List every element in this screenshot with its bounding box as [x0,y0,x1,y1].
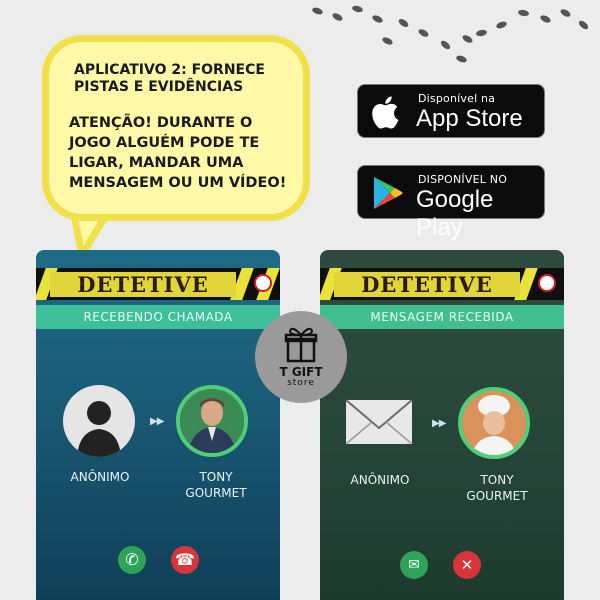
bubble-text-line: JOGO ALGUÉM PODE TE [69,135,260,151]
estrela-logo-icon [254,274,272,292]
gift-icon [284,325,318,367]
close-icon[interactable]: ✕ [453,551,481,579]
bubble-title-line: PISTAS E EVIDÊNCIAS [74,79,244,95]
receiver-name-line: TONY [199,470,233,484]
tgift-store-logo: T GIFT store [255,311,347,403]
anonymous-avatar [63,385,135,457]
detetive-logo: DETETIVE [334,272,520,297]
arrow-right-icon: ▶▶ [432,418,446,429]
arrow-right-icon: ▶▶ [150,416,164,427]
call-status-label: RECEBENDO CHAMADA [36,305,280,329]
apple-icon [370,94,404,134]
receiver-name: TONY GOURMET [166,469,266,501]
speech-bubble: APLICATIVO 2: FORNECE PISTAS E EVIDÊNCIA… [42,35,310,221]
brand-name: T GIFT [279,365,323,379]
tony-gourmet-avatar [176,385,248,457]
bubble-text-line: ATENÇÃO! DURANTE O [69,115,253,131]
bubble-title-line: APLICATIVO 2: FORNECE [74,62,265,78]
phone-message-received-screen: DETETIVE MENSAGEM RECEBIDA ▶▶ ANÔNIMO TO… [320,250,564,600]
detetive-logo: DETETIVE [50,272,236,297]
caller-name: ANÔNIMO [70,470,130,484]
sender-name: ANÔNIMO [350,473,410,487]
app-store-small-text: Disponível na [418,92,496,105]
chef-avatar [458,387,530,459]
detetive-logo-text: DETETIVE [361,272,493,297]
brand-sub: store [287,378,315,388]
open-message-icon[interactable]: ✉ [400,551,428,579]
recipient-name-line: GOURMET [466,489,528,503]
bubble-text-line: MENSAGEM OU UM VÍDEO! [69,175,287,191]
estrela-logo-icon [538,274,556,292]
bubble-text-line: LIGAR, MANDAR UMA [69,155,244,171]
receiver-name-line: GOURMET [185,486,247,500]
google-play-small-text: DISPONÍVEL NO [418,173,508,186]
phone-decline-icon[interactable]: ☎ [171,546,199,574]
bubble-text: ATENÇÃO! DURANTE O JOGO ALGUÉM PODE TE L… [69,113,309,193]
recipient-name-line: TONY [480,473,514,487]
message-status-label: MENSAGEM RECEBIDA [320,305,564,329]
phone-incoming-call-screen: DETETIVE RECEBENDO CHAMADA ▶▶ ANÔNIMO TO… [36,250,280,600]
phone-accept-icon[interactable]: ✆ [118,546,146,574]
play-icon [372,176,404,214]
app-store-label: App Store [416,105,523,132]
detetive-logo-text: DETETIVE [77,272,209,297]
google-play-label: Google Play [416,186,494,241]
bubble-title: APLICATIVO 2: FORNECE PISTAS E EVIDÊNCIA… [74,62,304,96]
app-store-badge[interactable]: Disponível na App Store [357,84,545,138]
recipient-name: TONY GOURMET [447,472,547,504]
envelope-icon [342,388,416,448]
google-play-badge[interactable]: DISPONÍVEL NO Google Play [357,165,545,241]
